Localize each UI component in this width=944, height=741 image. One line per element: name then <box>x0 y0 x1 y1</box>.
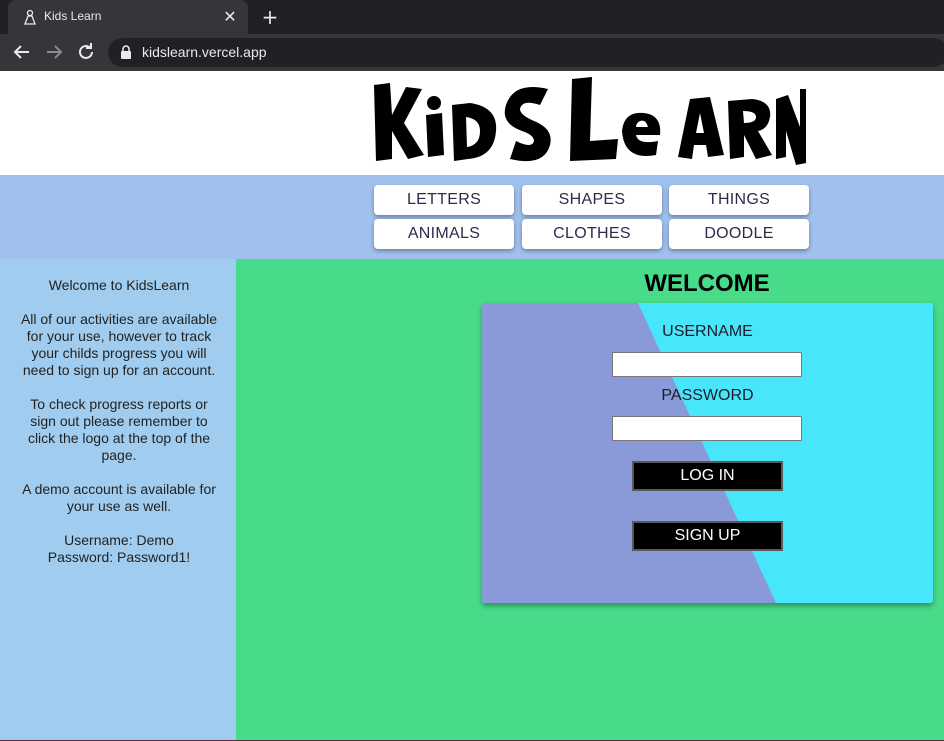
card-background <box>482 303 933 603</box>
nav-letters-button[interactable]: LETTERS <box>374 185 514 215</box>
nav-shapes-button[interactable]: SHAPES <box>522 185 662 215</box>
login-card: USERNAME PASSWORD LOG IN SIGN UP <box>482 303 933 603</box>
page: LETTERS SHAPES THINGS ANIMALS CLOTHES DO… <box>0 71 944 741</box>
browser-tabstrip: Kids Learn ✕ + <box>0 0 944 34</box>
welcome-heading: WELCOME <box>644 270 770 297</box>
back-arrow-icon[interactable] <box>10 40 34 64</box>
username-label: USERNAME <box>662 323 753 340</box>
url-text: kidslearn.vercel.app <box>142 44 267 60</box>
reload-icon[interactable] <box>74 40 98 64</box>
info-sidebar: Welcome to KidsLearn All of our activiti… <box>0 259 236 741</box>
new-tab-icon[interactable]: + <box>258 5 282 29</box>
sidebar-demo-text: A demo account is available for your use… <box>22 481 216 514</box>
login-button[interactable]: LOG IN <box>632 461 783 491</box>
category-navbar: LETTERS SHAPES THINGS ANIMALS CLOTHES DO… <box>0 175 944 259</box>
main-content: WELCOME USERNAME PASSWORD LOG IN SIGN UP <box>236 259 944 741</box>
tab-close-icon[interactable]: ✕ <box>220 7 240 27</box>
sidebar-intro-text: All of our activities are available for … <box>20 311 218 378</box>
sidebar-progress-text: To check progress reports or sign out pl… <box>27 396 211 463</box>
address-bar[interactable]: kidslearn.vercel.app <box>108 38 944 67</box>
tab-title: Kids Learn <box>44 9 102 23</box>
sidebar-demo-credentials: Username: Demo Password: Password1! <box>18 532 220 566</box>
signup-button[interactable]: SIGN UP <box>632 521 783 551</box>
sidebar-welcome-text: Welcome to KidsLearn <box>48 277 190 293</box>
password-input[interactable] <box>612 416 802 441</box>
kidslearn-logo[interactable] <box>372 75 806 167</box>
nav-things-button[interactable]: THINGS <box>669 185 809 215</box>
password-label: PASSWORD <box>661 387 754 404</box>
site-favicon-icon <box>24 9 36 25</box>
nav-animals-button[interactable]: ANIMALS <box>374 219 514 249</box>
lock-icon <box>121 45 131 59</box>
site-header <box>0 71 944 175</box>
browser-toolbar: kidslearn.vercel.app <box>0 34 944 71</box>
demo-username-text: Username: Demo <box>64 532 174 548</box>
username-input[interactable] <box>612 352 802 377</box>
nav-doodle-button[interactable]: DOODLE <box>669 219 809 249</box>
nav-clothes-button[interactable]: CLOTHES <box>522 219 662 249</box>
browser-tab[interactable]: Kids Learn ✕ <box>8 0 248 34</box>
forward-arrow-icon[interactable] <box>42 40 66 64</box>
demo-password-text: Password: Password1! <box>47 549 191 565</box>
